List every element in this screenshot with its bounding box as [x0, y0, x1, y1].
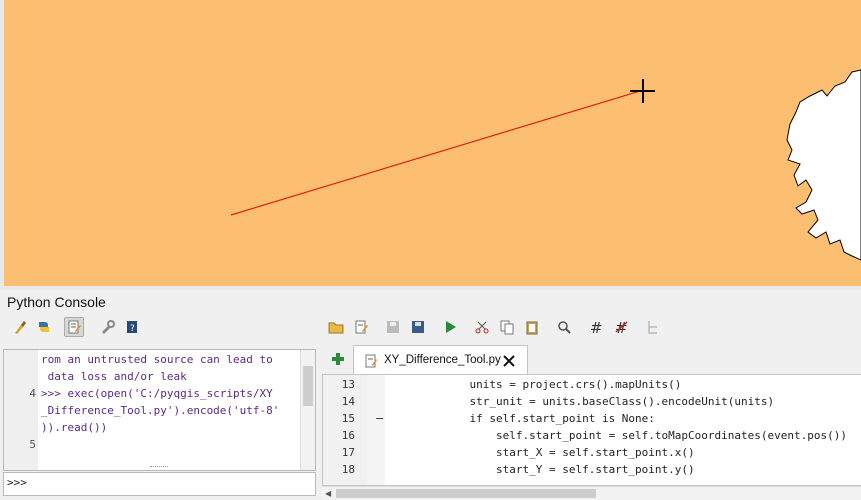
editor-line-number: 17 [341, 446, 355, 459]
fold-marker[interactable]: − [375, 412, 384, 425]
editor-line-number: 15 [341, 412, 355, 425]
editor-line: if self.start_point is None: [443, 412, 655, 425]
console-line: _Difference_Tool.py').encode('utf-8' [41, 404, 280, 417]
editor-horizontal-scrollbar[interactable]: ◀ [322, 486, 861, 500]
copy-icon[interactable] [497, 317, 517, 337]
console-line: >>> exec(open('C:/pyqgis_scripts/XY [41, 387, 273, 400]
console-line-number: 4 [29, 387, 36, 400]
svg-text:#: # [590, 319, 603, 335]
tab-label: XY_Difference_Tool.py [384, 354, 501, 366]
find-icon[interactable] [554, 317, 574, 337]
clear-console-icon[interactable] [10, 317, 30, 337]
editor-line: start_X = self.start_point.x() [443, 446, 695, 459]
show-editor-icon[interactable] [64, 317, 84, 337]
close-tab-icon[interactable] [502, 353, 516, 372]
new-editor-tab-icon[interactable] [328, 349, 348, 369]
console-line: )).read()) [41, 421, 108, 434]
save-icon[interactable] [383, 317, 403, 337]
editor-line-number: 18 [341, 463, 355, 476]
map-left-edge [0, 0, 4, 286]
console-prompt: >>> [7, 476, 27, 489]
console-resize-grip[interactable] [150, 466, 168, 470]
editor-line-number: 14 [341, 395, 355, 408]
tab-xy-difference-tool[interactable]: XY_Difference_Tool.py [353, 345, 528, 374]
editor-line-number: 13 [341, 378, 355, 391]
console-title: Python Console [7, 294, 106, 310]
console-line: rom an untrusted source can lead to [41, 353, 273, 366]
editor-line: self.start_point = self.toMapCoordinates… [443, 429, 847, 442]
editor-line: start_Y = self.start_point.y() [443, 463, 695, 476]
code-editor[interactable]: 13 units = project.crs().mapUnits() 14 s… [322, 374, 861, 486]
settings-icon[interactable] [97, 317, 117, 337]
scroll-left-icon[interactable]: ◀ [325, 489, 331, 498]
svg-text:?: ? [130, 324, 135, 334]
save-as-icon[interactable] [408, 317, 428, 337]
comment-icon[interactable]: # [586, 317, 606, 337]
console-line: data loss and/or leak [41, 370, 187, 383]
map-canvas[interactable] [0, 0, 861, 286]
console-scroll-thumb[interactable] [303, 366, 313, 406]
editor-line: units = project.crs().mapUnits() [443, 378, 682, 391]
editor-line: str_unit = units.baseClass().encodeUnit(… [443, 395, 775, 408]
console-scrollbar[interactable] [300, 350, 315, 470]
paste-icon[interactable] [522, 317, 542, 337]
console-input[interactable]: >>> [3, 472, 316, 496]
help-icon[interactable]: ? [122, 317, 142, 337]
uncomment-icon[interactable]: # [611, 317, 631, 337]
console-gutter [4, 350, 38, 470]
editor-scroll-thumb[interactable] [336, 489, 596, 498]
open-file-icon[interactable] [326, 317, 346, 337]
object-inspector-icon[interactable] [643, 317, 663, 337]
python-run-icon[interactable] [34, 317, 54, 337]
map-svg[interactable] [0, 0, 861, 286]
cut-icon[interactable] [472, 317, 492, 337]
fold-margin[interactable] [367, 375, 385, 485]
console-line-number: 5 [29, 438, 36, 451]
console-output[interactable]: rom an untrusted source can lead to data… [3, 349, 316, 471]
python-file-icon [364, 353, 378, 372]
panel-splitter[interactable] [0, 286, 861, 290]
open-in-editor-icon[interactable] [351, 317, 371, 337]
run-script-icon[interactable] [440, 317, 460, 337]
editor-line-number: 16 [341, 429, 355, 442]
map-background [0, 0, 861, 286]
